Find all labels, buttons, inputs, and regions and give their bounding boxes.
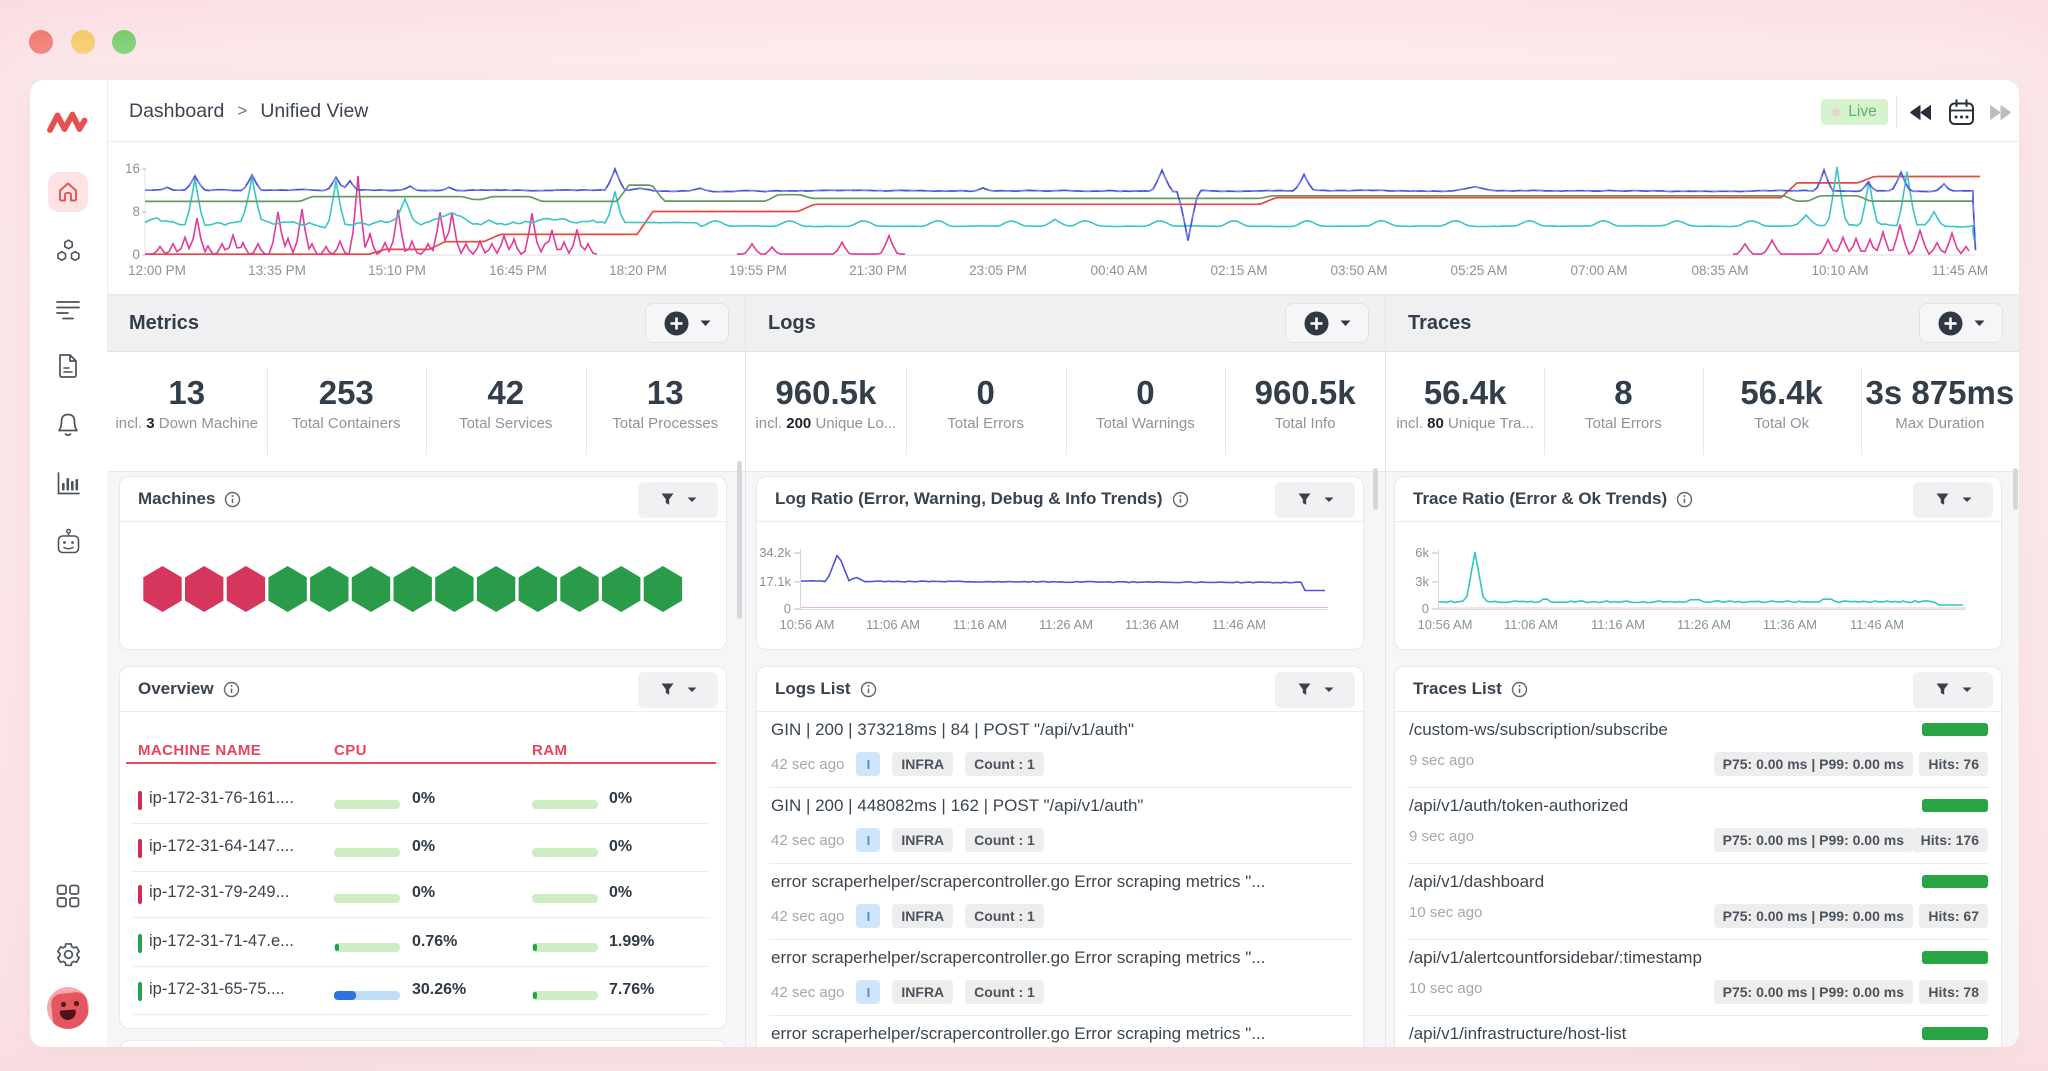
- svg-text:05:25 AM: 05:25 AM: [1450, 263, 1507, 278]
- svg-text:16: 16: [125, 161, 140, 176]
- svg-text:17.1k: 17.1k: [759, 574, 791, 589]
- svg-text:11:16 AM: 11:16 AM: [953, 617, 1007, 632]
- svg-text:15:10 PM: 15:10 PM: [368, 263, 426, 278]
- svg-text:10:56 AM: 10:56 AM: [1418, 617, 1473, 632]
- svg-text:10:56 AM: 10:56 AM: [780, 617, 835, 632]
- svg-text:12:00 PM: 12:00 PM: [128, 263, 186, 278]
- svg-text:0: 0: [784, 601, 791, 616]
- svg-text:02:15 AM: 02:15 AM: [1210, 263, 1267, 278]
- svg-text:23:05 PM: 23:05 PM: [969, 263, 1027, 278]
- svg-text:18:20 PM: 18:20 PM: [609, 263, 667, 278]
- svg-text:07:00 AM: 07:00 AM: [1570, 263, 1627, 278]
- svg-text:8: 8: [132, 204, 140, 219]
- svg-text:16:45 PM: 16:45 PM: [489, 263, 547, 278]
- svg-text:13:35 PM: 13:35 PM: [248, 263, 306, 278]
- svg-text:08:35 AM: 08:35 AM: [1691, 263, 1748, 278]
- svg-text:11:16 AM: 11:16 AM: [1591, 617, 1645, 632]
- svg-text:11:46 AM: 11:46 AM: [1212, 617, 1266, 632]
- svg-text:10:10 AM: 10:10 AM: [1811, 263, 1868, 278]
- svg-text:11:06 AM: 11:06 AM: [866, 617, 920, 632]
- svg-text:11:06 AM: 11:06 AM: [1504, 617, 1558, 632]
- svg-text:6k: 6k: [1415, 545, 1429, 560]
- svg-text:3k: 3k: [1415, 574, 1429, 589]
- svg-text:11:36 AM: 11:36 AM: [1763, 617, 1817, 632]
- svg-text:11:26 AM: 11:26 AM: [1039, 617, 1093, 632]
- svg-text:34.2k: 34.2k: [759, 545, 791, 560]
- svg-text:11:45 AM: 11:45 AM: [1932, 263, 1988, 278]
- svg-text:11:36 AM: 11:36 AM: [1125, 617, 1179, 632]
- svg-text:00:40 AM: 00:40 AM: [1090, 263, 1147, 278]
- svg-text:11:26 AM: 11:26 AM: [1677, 617, 1731, 632]
- svg-text:21:30 PM: 21:30 PM: [849, 263, 907, 278]
- svg-text:03:50 AM: 03:50 AM: [1330, 263, 1387, 278]
- svg-text:0: 0: [132, 247, 140, 262]
- svg-text:0: 0: [1422, 601, 1429, 616]
- svg-text:11:46 AM: 11:46 AM: [1850, 617, 1904, 632]
- svg-text:19:55 PM: 19:55 PM: [729, 263, 787, 278]
